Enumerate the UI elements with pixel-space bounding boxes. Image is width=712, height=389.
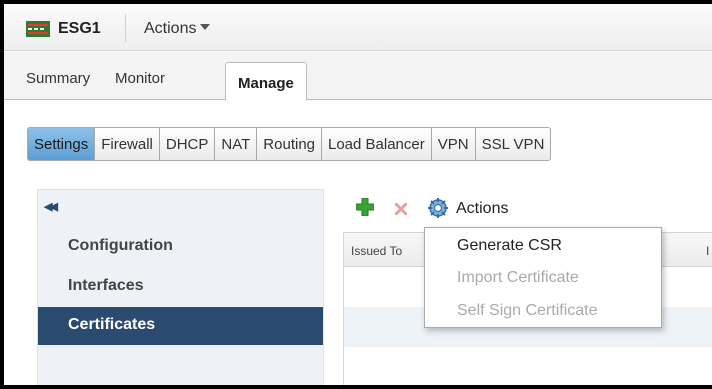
- tab-summary[interactable]: Summary: [26, 70, 90, 87]
- menu-item-import-certificate: Import Certificate: [457, 269, 579, 286]
- tab-monitor[interactable]: Monitor: [115, 70, 165, 87]
- delete-x-icon[interactable]: [395, 203, 407, 215]
- subtab-load-balancer[interactable]: Load Balancer: [322, 128, 432, 160]
- plus-icon[interactable]: [356, 198, 374, 216]
- main-tabs: Summary Monitor Manage: [4, 52, 712, 101]
- subtab-firewall[interactable]: Firewall: [95, 128, 160, 160]
- toolbar-actions-button[interactable]: Actions: [456, 200, 508, 218]
- nav-item-configuration[interactable]: Configuration: [38, 228, 323, 266]
- app-frame: ESG1 Actions Summary Monitor Manage Sett…: [0, 0, 712, 389]
- title-divider: [125, 14, 126, 42]
- sub-tabs: Settings Firewall DHCP NAT Routing Load …: [27, 127, 552, 161]
- menu-item-generate-csr[interactable]: Generate CSR: [457, 237, 562, 255]
- subtab-settings[interactable]: Settings: [28, 128, 96, 160]
- subtab-ssl-vpn[interactable]: SSL VPN: [476, 128, 551, 160]
- tab-manage[interactable]: Manage: [225, 62, 307, 101]
- subtab-dhcp[interactable]: DHCP: [160, 128, 216, 160]
- gear-icon[interactable]: [428, 198, 448, 218]
- settings-nav: ◀◀ Configuration Interfaces Certificates: [37, 189, 324, 385]
- object-title: ESG1: [58, 20, 101, 37]
- subtab-nat[interactable]: NAT: [215, 128, 258, 160]
- menu-item-self-sign-certificate: Self Sign Certificate: [457, 302, 598, 319]
- header-actions-menu[interactable]: Actions: [144, 20, 211, 38]
- subtab-vpn[interactable]: VPN: [432, 128, 476, 160]
- edge-gateway-icon: [26, 21, 50, 37]
- actions-dropdown-menu: Generate CSR Import Certificate Self Sig…: [424, 227, 662, 328]
- caret-down-icon: [200, 23, 211, 30]
- column-issued-to[interactable]: Issued To: [351, 244, 402, 258]
- header-actions-label: Actions: [144, 20, 197, 37]
- subtab-routing[interactable]: Routing: [257, 128, 322, 160]
- title-bar: ESG1 Actions: [4, 4, 712, 51]
- column-next[interactable]: I: [706, 244, 709, 258]
- nav-item-interfaces[interactable]: Interfaces: [38, 268, 323, 306]
- nav-item-certificates[interactable]: Certificates: [38, 307, 323, 345]
- double-chevron-left-icon[interactable]: ◀◀: [44, 200, 58, 213]
